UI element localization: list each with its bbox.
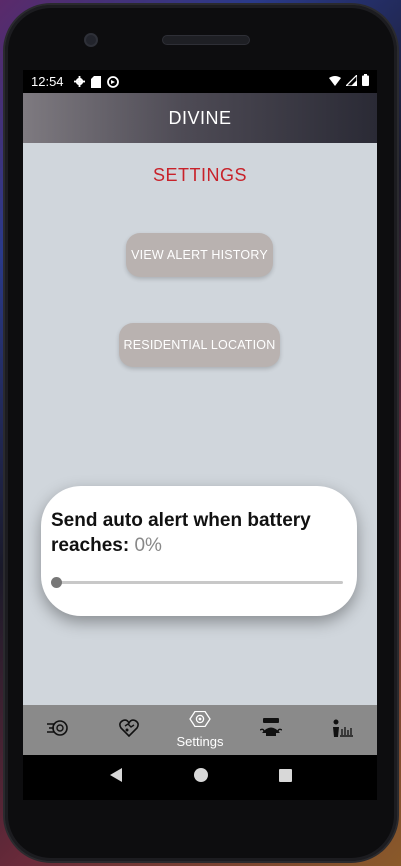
page-title: SETTINGS bbox=[152, 165, 247, 185]
battery-alert-card: Send auto alert when battery reaches: 0% bbox=[41, 486, 357, 616]
signal-icon bbox=[344, 73, 358, 89]
view-alert-history-button[interactable]: VIEW ALERT HISTORY bbox=[126, 233, 273, 277]
nav-item-help[interactable] bbox=[235, 705, 306, 755]
alert-speed-icon bbox=[47, 719, 69, 742]
bottom-navigation: Settings bbox=[23, 705, 377, 755]
help-me-icon bbox=[259, 717, 283, 743]
sync-icon bbox=[106, 75, 119, 88]
residential-location-button[interactable]: RESIDENTIAL LOCATION bbox=[119, 323, 280, 367]
front-camera bbox=[84, 33, 98, 47]
settings-icon bbox=[189, 710, 211, 732]
battery-alert-label: Send auto alert when battery reaches: bbox=[51, 510, 311, 556]
recents-icon[interactable] bbox=[278, 768, 292, 787]
info-person-icon bbox=[331, 719, 353, 742]
screen: 12:54 DIVINE SETTINGS VIEW ALERT HISTORY… bbox=[23, 70, 377, 800]
sd-card-icon bbox=[90, 75, 101, 88]
nav-item-settings[interactable]: Settings bbox=[165, 705, 236, 755]
back-icon[interactable] bbox=[109, 768, 123, 787]
settings-content: SETTINGS VIEW ALERT HISTORY RESIDENTIAL … bbox=[23, 143, 377, 705]
settings-gear-icon bbox=[73, 76, 85, 87]
nav-item-map[interactable] bbox=[94, 705, 165, 755]
nav-item-alert[interactable] bbox=[23, 705, 94, 755]
battery-alert-text: Send auto alert when battery reaches: 0% bbox=[51, 508, 341, 558]
app-bar: DIVINE bbox=[23, 93, 377, 143]
status-bar: 12:54 bbox=[23, 70, 377, 93]
residential-location-label: RESIDENTIAL LOCATION bbox=[123, 338, 276, 352]
app-title: DIVINE bbox=[168, 107, 232, 128]
battery-slider-track[interactable] bbox=[56, 581, 343, 584]
view-alert-history-label: VIEW ALERT HISTORY bbox=[131, 248, 268, 262]
heart-map-icon bbox=[119, 718, 140, 742]
home-icon[interactable] bbox=[193, 768, 208, 787]
nav-item-settings-label: Settings bbox=[176, 734, 224, 749]
system-navigation-bar bbox=[23, 755, 377, 800]
battery-icon bbox=[362, 74, 369, 89]
earpiece-speaker bbox=[162, 35, 250, 45]
battery-slider-thumb[interactable] bbox=[51, 577, 62, 588]
battery-alert-value: 0% bbox=[134, 535, 162, 556]
nav-item-info[interactable] bbox=[306, 705, 377, 755]
wifi-icon bbox=[329, 74, 341, 89]
status-time: 12:54 bbox=[31, 74, 64, 89]
